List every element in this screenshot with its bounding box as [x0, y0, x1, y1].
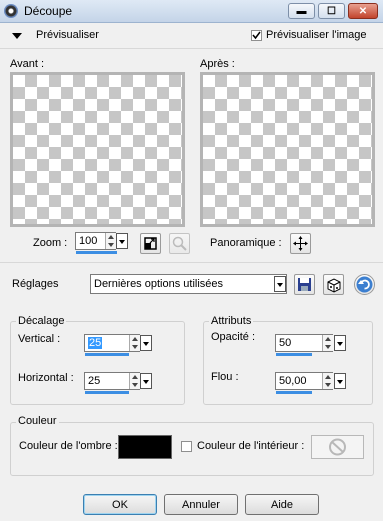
presets-dropdown-arrow[interactable] [274, 276, 286, 292]
presets-dropdown[interactable]: Dernières options utilisées [90, 274, 287, 294]
vertical-label: Vertical : [18, 333, 61, 345]
horizontal-dropdown-button[interactable] [140, 373, 152, 389]
horizontal-value: 25 [88, 375, 101, 387]
zoom-slider-bar[interactable] [76, 251, 117, 254]
no-color-icon [329, 438, 346, 456]
opacity-spinner[interactable] [322, 335, 334, 351]
app-icon [4, 4, 18, 18]
divider [0, 48, 383, 49]
undo-arrow-icon [356, 276, 373, 293]
preview-section-label: Prévisualiser [36, 29, 99, 41]
opacity-input[interactable]: 50 [275, 334, 334, 356]
save-preset-button[interactable] [294, 274, 315, 295]
help-button[interactable]: Aide [245, 494, 319, 515]
window-title: Découpe [24, 4, 73, 18]
maximize-icon: ☐ [327, 5, 336, 17]
random-preset-button[interactable] [323, 274, 344, 295]
pan-label: Panoramique : [210, 237, 282, 249]
blur-spinner[interactable] [322, 373, 334, 389]
blur-dropdown-button[interactable] [334, 373, 346, 389]
collapse-arrow-icon[interactable] [12, 31, 22, 43]
horizontal-input[interactable]: 25 [84, 372, 141, 394]
divider [0, 262, 383, 263]
after-preview[interactable] [200, 72, 375, 227]
color-group-title: Couleur [16, 415, 59, 427]
move-arrows-icon [293, 236, 308, 251]
inner-color-label: Couleur de l'intérieur : [197, 440, 305, 452]
blur-value: 50,00 [279, 375, 307, 387]
horizontal-slider-bar[interactable] [85, 391, 129, 394]
vertical-value: 25 [88, 337, 103, 349]
before-label: Avant : [10, 58, 45, 70]
opacity-label: Opacité : [211, 331, 256, 343]
zoom-dropdown-button[interactable] [116, 233, 128, 249]
attributes-group-title: Attributs [209, 315, 254, 327]
presets-label: Réglages [12, 278, 59, 290]
magnifier-icon [172, 236, 187, 251]
opacity-slider-bar[interactable] [276, 353, 312, 356]
before-preview[interactable] [10, 72, 185, 227]
vertical-dropdown-button[interactable] [140, 335, 152, 351]
blur-label: Flou : [211, 371, 239, 383]
reset-preset-button[interactable] [354, 274, 375, 295]
vertical-slider-bar[interactable] [85, 353, 129, 356]
horizontal-label: Horizontal : [18, 372, 74, 384]
minimize-button[interactable]: ▬ [288, 3, 315, 19]
inner-color-checkbox[interactable] [181, 441, 192, 452]
zoom-fit-button[interactable] [140, 233, 161, 254]
shadow-color-swatch[interactable] [118, 435, 172, 459]
zoom-value: 100 [79, 235, 98, 247]
zoom-input[interactable]: 100 [75, 232, 117, 254]
after-label: Après : [200, 58, 235, 70]
ok-button[interactable]: OK [83, 494, 157, 515]
opacity-value: 50 [279, 337, 292, 349]
blur-slider-bar[interactable] [276, 391, 312, 394]
save-icon [298, 278, 311, 291]
title-bar: Découpe ▬ ☐ ✕ [0, 0, 383, 23]
preview-image-checkbox[interactable] [251, 30, 262, 41]
fit-window-icon [144, 237, 157, 250]
zoom-actual-button[interactable] [169, 233, 190, 254]
zoom-label: Zoom : [33, 237, 68, 249]
shadow-color-label: Couleur de l'ombre : [19, 440, 118, 452]
vertical-input[interactable]: 25 [84, 334, 141, 356]
cancel-button[interactable]: Annuler [164, 494, 238, 515]
inner-color-swatch[interactable] [311, 435, 364, 459]
dice-icon [327, 278, 341, 293]
opacity-dropdown-button[interactable] [334, 335, 346, 351]
pan-button[interactable] [290, 233, 311, 254]
presets-value: Dernières options utilisées [94, 278, 224, 290]
close-icon: ✕ [358, 5, 368, 17]
preview-image-label: Prévisualiser l'image [266, 29, 367, 41]
maximize-button[interactable]: ☐ [318, 3, 345, 19]
offset-group-title: Décalage [16, 315, 67, 327]
blur-input[interactable]: 50,00 [275, 372, 334, 394]
close-button[interactable]: ✕ [348, 3, 378, 19]
minimize-icon: ▬ [296, 5, 307, 17]
